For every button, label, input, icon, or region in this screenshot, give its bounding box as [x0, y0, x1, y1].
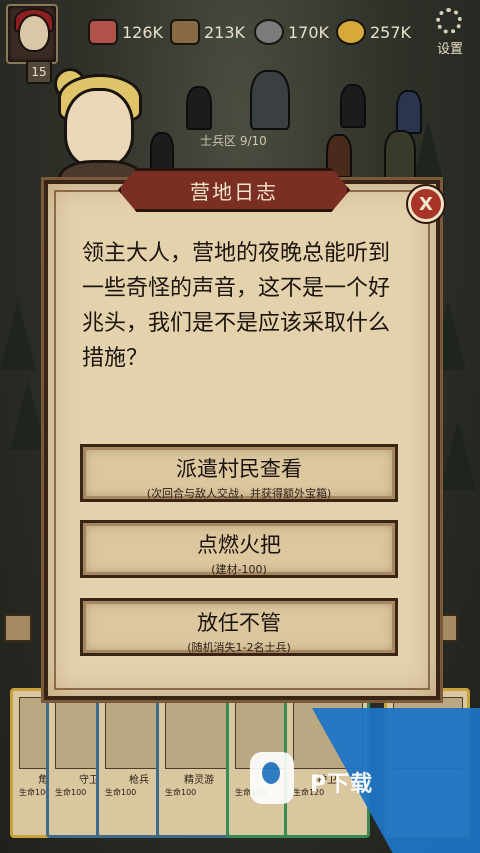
- weapon-value: 170K: [288, 22, 330, 42]
- soldier-area-count: 9/10: [239, 134, 267, 148]
- resource-wood: 213K: [170, 14, 245, 50]
- gold-icon: [336, 19, 366, 45]
- settings-label: 设置: [436, 42, 463, 57]
- choice-note: (随机消失1-2名士兵): [187, 641, 291, 654]
- choice-ignore-button[interactable]: 放任不管 (随机消失1-2名士兵): [80, 598, 398, 656]
- close-icon: X: [419, 193, 433, 215]
- tree-silhouette: [10, 380, 46, 450]
- soldier-figure[interactable]: [340, 84, 366, 128]
- gear-icon: [436, 8, 462, 34]
- lord-level-badge: 15: [26, 60, 52, 84]
- lord-portrait[interactable]: [6, 4, 58, 64]
- advisor-face: [64, 88, 134, 168]
- choice-label: 放任不管: [197, 611, 281, 635]
- watermark-text: P下载: [310, 772, 374, 797]
- watermark-logo-icon: [250, 752, 294, 804]
- choice-label: 派遣村民查看: [176, 457, 302, 481]
- portrait-face: [18, 14, 50, 52]
- resource-gold: 257K: [336, 14, 411, 50]
- choice-note: (次回合与敌人交战，并获得额外宝箱): [146, 487, 332, 500]
- left-side-tab[interactable]: [4, 614, 32, 642]
- unit-card-hp: 生命100: [165, 788, 197, 797]
- resource-weapon: 170K: [254, 14, 329, 50]
- choice-note: (建材-100): [211, 563, 267, 576]
- wood-value: 213K: [204, 22, 246, 42]
- choice-send-villagers-button[interactable]: 派遣村民查看 (次回合与敌人交战，并获得额外宝箱): [80, 444, 398, 502]
- tree-silhouette: [0, 300, 36, 370]
- choice-label: 点燃火把: [197, 533, 281, 557]
- soldier-area-label: 士兵区 9/10: [200, 132, 267, 149]
- soldier-area-title: 士兵区: [200, 134, 237, 148]
- warrior-figure[interactable]: [384, 130, 416, 180]
- meat-icon: [88, 19, 118, 45]
- resource-meat: 126K: [88, 14, 163, 50]
- unit-card-name: 精灵游: [184, 775, 214, 786]
- unit-card-hp: 生命100: [55, 788, 87, 797]
- choice-light-torches-button[interactable]: 点燃火把 (建材-100): [80, 520, 398, 578]
- resource-bar: 15 126K 213K 170K 257K 设置: [0, 0, 480, 84]
- knight-on-horse-figure[interactable]: [250, 70, 290, 130]
- tree-silhouette: [440, 420, 476, 490]
- dialog-title-banner: 营地日志: [118, 168, 350, 212]
- close-button[interactable]: X: [408, 186, 444, 222]
- unit-card-hp: 生命100: [105, 788, 137, 797]
- settings-button[interactable]: 设置: [430, 8, 470, 57]
- dialog-title: 营地日志: [190, 179, 278, 204]
- gold-value: 257K: [370, 22, 412, 42]
- priest-figure[interactable]: [150, 132, 174, 174]
- event-message: 领主大人，营地的夜晚总能听到一些奇怪的声音，这不是一个好兆头，我们是不是应该采取…: [82, 241, 391, 371]
- soldier-figure[interactable]: [186, 86, 212, 130]
- wood-icon: [170, 19, 200, 45]
- mage-figure[interactable]: [396, 90, 422, 134]
- meat-value: 126K: [122, 22, 164, 42]
- sword-icon: [254, 19, 284, 45]
- unit-card-art: [165, 697, 235, 769]
